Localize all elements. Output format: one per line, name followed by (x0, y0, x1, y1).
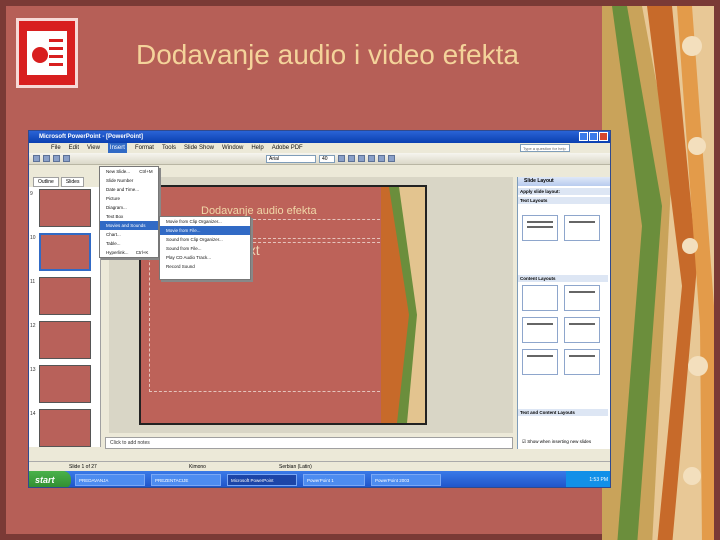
layout-thumbnail[interactable] (564, 285, 600, 311)
taskbar-button[interactable]: PowerPoint 1 (303, 474, 365, 486)
slide-thumbnail[interactable] (39, 277, 91, 315)
menu-window[interactable]: Window (222, 143, 243, 153)
powerpoint-window-screenshot: Microsoft PowerPoint - [PowerPoint] File… (28, 130, 611, 488)
menu-item[interactable]: Hyperlink... Ctrl+K (100, 248, 158, 257)
slide-number: 14 (30, 411, 36, 417)
start-button[interactable]: start (29, 471, 71, 487)
menu-item[interactable]: Text Box (100, 212, 158, 221)
open-icon[interactable] (43, 155, 50, 162)
align-left-icon[interactable] (368, 155, 375, 162)
align-right-icon[interactable] (388, 155, 395, 162)
font-size-select[interactable]: 40 (319, 154, 335, 163)
menu-view[interactable]: View (87, 143, 100, 153)
layout-thumbnail[interactable] (522, 349, 558, 375)
menu-item-movie-from-file[interactable]: Movie from File... (160, 226, 250, 235)
layout-thumbnail[interactable] (522, 215, 558, 241)
slide-layout-taskpane: Slide Layout Apply slide layout: Text La… (517, 177, 610, 449)
print-icon[interactable] (63, 155, 70, 162)
taskbar-button[interactable]: Microsoft PowerPoint (227, 474, 297, 486)
window-controls[interactable] (579, 132, 608, 141)
close-icon[interactable] (599, 132, 608, 141)
movies-sounds-submenu: Movie from Clip Organizer... Movie from … (159, 216, 251, 280)
menu-slideshow[interactable]: Slide Show (184, 143, 214, 153)
menu-item[interactable]: Slide Number (100, 176, 158, 185)
slide-number: 9 (30, 191, 33, 197)
font-name-select[interactable]: Arial (266, 154, 316, 163)
menu-item-movies-and-sounds[interactable]: Movies and Sounds (100, 221, 158, 230)
slide-number: 12 (30, 323, 36, 329)
taskbar-button[interactable]: PowerPoint 2003 (371, 474, 441, 486)
maximize-icon[interactable] (589, 132, 598, 141)
slide-number: 11 (30, 279, 36, 285)
slide-number: 13 (30, 367, 36, 373)
section-header: Text Layouts (518, 197, 610, 204)
slide-thumbnail[interactable] (39, 365, 91, 403)
menu-file[interactable]: File (51, 143, 61, 153)
section-header: Content Layouts (518, 275, 608, 282)
menu-item[interactable]: Sound from File... (160, 244, 250, 253)
layout-thumbnail[interactable] (564, 215, 600, 241)
save-icon[interactable] (53, 155, 60, 162)
presentation-logo (16, 18, 78, 88)
tab-outline[interactable]: Outline (33, 177, 59, 187)
insert-menu: New Slide... Ctrl+M Slide Number Date an… (99, 166, 159, 258)
underline-icon[interactable] (358, 155, 365, 162)
kimono-decoration (602, 6, 714, 540)
slide-thumbnail[interactable] (39, 321, 91, 359)
section-header: Text and Content Layouts (518, 409, 608, 416)
slide-number: 10 (30, 235, 36, 241)
menu-edit[interactable]: Edit (69, 143, 79, 153)
taskpane-header: Slide Layout (518, 177, 610, 186)
slide-thumbnail[interactable] (39, 409, 91, 447)
italic-icon[interactable] (348, 155, 355, 162)
menu-format[interactable]: Format (135, 143, 154, 153)
apply-layout-label: Apply slide layout: (518, 188, 610, 195)
menu-item[interactable]: Chart... (100, 230, 158, 239)
menu-item[interactable]: Table... (100, 239, 158, 248)
menu-item[interactable]: Record Sound (160, 262, 250, 271)
layout-thumbnail[interactable] (522, 317, 558, 343)
align-center-icon[interactable] (378, 155, 385, 162)
menu-help[interactable]: Help (251, 143, 263, 153)
notes-pane[interactable]: Click to add notes (105, 437, 513, 449)
window-titlebar: Microsoft PowerPoint - [PowerPoint] (29, 131, 610, 143)
layout-thumbnail[interactable] (564, 349, 600, 375)
menu-item[interactable]: Diagram... (100, 203, 158, 212)
menu-insert[interactable]: Insert (107, 143, 127, 153)
tab-slides[interactable]: Slides (60, 177, 85, 187)
new-icon[interactable] (33, 155, 40, 162)
menu-item[interactable]: Play CD Audio Track... (160, 253, 250, 262)
system-tray-clock: 1:53 PM (566, 471, 610, 487)
menu-tools[interactable]: Tools (162, 143, 176, 153)
slide-thumbnail[interactable] (39, 233, 91, 271)
help-search-input[interactable]: Type a question for help (520, 144, 570, 152)
menu-item[interactable]: Date and Time... (100, 185, 158, 194)
layout-thumbnail[interactable] (522, 285, 558, 311)
layout-thumbnail[interactable] (564, 317, 600, 343)
bold-icon[interactable] (338, 155, 345, 162)
slides-pane: Outline Slides 9 10 11 12 13 14 (29, 177, 101, 447)
taskbar-button[interactable]: PREZENTACIJE (151, 474, 221, 486)
menu-item[interactable]: Sound from Clip Organizer... (160, 235, 250, 244)
show-layout-checkbox[interactable]: ☑ Show when inserting new slides (522, 439, 591, 445)
menu-item[interactable]: Movie from Clip Organizer... (160, 217, 250, 226)
status-bar: Slide 1 of 27 Kimono Serbian (Latin) (29, 461, 610, 471)
minimize-icon[interactable] (579, 132, 588, 141)
slide-title: Dodavanje audio i video efekta (136, 39, 519, 70)
menu-item[interactable]: Picture (100, 194, 158, 203)
toolbar: Arial 40 (29, 153, 610, 165)
kimono-decoration (381, 187, 425, 423)
presentation-slide: Dodavanje audio i video efekta Microsoft… (0, 0, 720, 540)
menu-item[interactable]: New Slide... Ctrl+M (100, 167, 158, 176)
slide-thumbnail[interactable] (39, 189, 91, 227)
menu-adobe-pdf[interactable]: Adobe PDF (272, 143, 303, 153)
windows-taskbar: start PREDAVANJA PREZENTACIJE Microsoft … (29, 471, 610, 487)
taskbar-button[interactable]: PREDAVANJA (75, 474, 145, 486)
